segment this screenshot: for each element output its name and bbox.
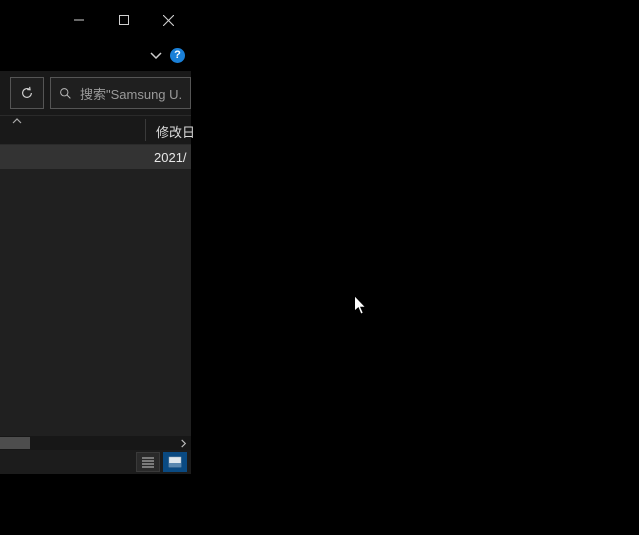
refresh-icon	[20, 86, 34, 100]
cell-modified-date: 2021/	[154, 150, 187, 165]
scroll-right-button[interactable]	[175, 436, 191, 450]
toolbar: 搜索"Samsung U...	[0, 71, 191, 115]
ribbon-collapse-button[interactable]	[148, 47, 164, 63]
large-icons-view-icon	[168, 456, 182, 468]
refresh-button[interactable]	[10, 77, 44, 109]
view-large-icons-button[interactable]	[163, 452, 187, 472]
ribbon-row: ?	[0, 40, 191, 71]
file-list[interactable]: 2021/	[0, 145, 191, 436]
column-divider[interactable]	[145, 119, 146, 141]
search-icon	[59, 87, 72, 100]
close-button[interactable]	[146, 0, 191, 40]
horizontal-scrollbar[interactable]	[0, 436, 191, 450]
file-explorer-window: ? 搜索"Samsung U... 修改日 2021/	[0, 0, 191, 474]
titlebar	[0, 0, 191, 40]
sort-indicator-icon	[12, 118, 22, 124]
minimize-button[interactable]	[56, 0, 101, 40]
column-header-row: 修改日	[0, 115, 191, 145]
column-header-modified[interactable]: 修改日	[156, 122, 195, 141]
scrollbar-thumb[interactable]	[0, 437, 30, 449]
help-button[interactable]: ?	[170, 48, 185, 63]
status-bar	[0, 450, 191, 474]
maximize-button[interactable]	[101, 0, 146, 40]
scrollbar-track[interactable]	[0, 436, 175, 450]
details-view-icon	[141, 456, 155, 468]
help-label: ?	[174, 50, 181, 61]
table-row[interactable]: 2021/	[0, 145, 191, 169]
mouse-cursor-icon	[354, 296, 368, 316]
search-input[interactable]: 搜索"Samsung U...	[50, 77, 191, 109]
view-details-button[interactable]	[136, 452, 160, 472]
search-placeholder: 搜索"Samsung U...	[80, 84, 182, 103]
